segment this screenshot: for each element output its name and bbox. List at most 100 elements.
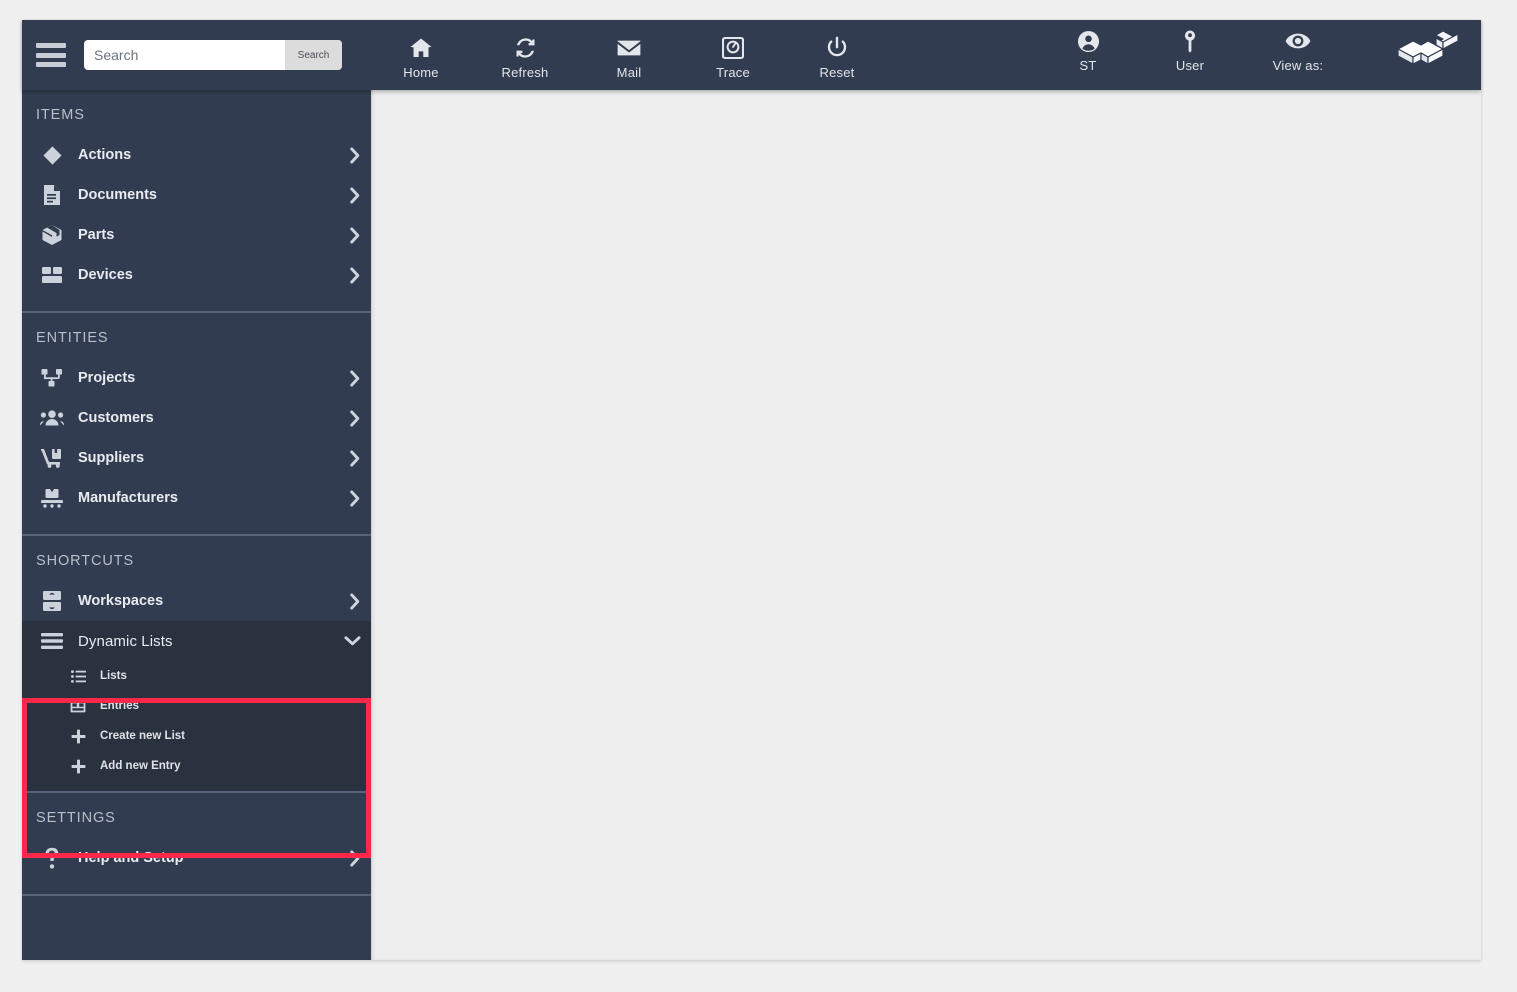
toolbar-item-refresh[interactable]: Refresh — [494, 31, 556, 80]
toolbar-item-trace[interactable]: Trace — [702, 31, 764, 80]
left-sidebar: ITEMS Actions Documents Parts Devices EN… — [22, 90, 371, 960]
sidebar-subitem-label: Create new List — [100, 730, 185, 742]
sidebar-item-label: Devices — [78, 267, 133, 283]
chevron-down-icon — [344, 635, 361, 647]
mail-icon — [616, 35, 642, 61]
chevron-right-icon — [349, 449, 361, 467]
trace-gauge-icon — [722, 35, 744, 61]
sidebar-item-actions[interactable]: Actions — [22, 135, 371, 175]
toolbar-item-reset[interactable]: Reset — [806, 31, 868, 80]
sidebar-group-dynamic-lists: Dynamic Lists Lists Entries Create new L… — [22, 621, 371, 791]
sidebar-item-label: Projects — [78, 370, 136, 386]
sidebar-item-projects[interactable]: Projects — [22, 358, 371, 398]
toolbar-label: Mail — [616, 64, 642, 80]
sidebar-section-shortcuts: SHORTCUTS Workspaces Dynamic Lists Lists… — [22, 534, 371, 791]
account-toolbar: ST User View as: — [1057, 24, 1481, 86]
sidebar-item-label: Suppliers — [78, 450, 145, 466]
toolbar-label: User — [1175, 58, 1205, 73]
sidebar-empty-space — [22, 894, 371, 960]
search-input[interactable] — [84, 40, 285, 70]
chevron-right-icon — [349, 186, 361, 204]
sidebar-item-customers[interactable]: Customers — [22, 398, 371, 438]
sidebar-subitem-label: Add new Entry — [100, 760, 181, 772]
key-icon — [1179, 28, 1201, 54]
hamburger-bar — [36, 62, 66, 67]
main-toolbar: Home Refresh Mail Trace Reset — [390, 31, 868, 80]
toolbar-label: Trace — [716, 64, 750, 80]
sidebar-item-label: Dynamic Lists — [78, 632, 173, 650]
hamburger-bar — [36, 52, 66, 58]
search-button[interactable]: Search — [285, 40, 342, 70]
toolbar-item-user[interactable]: User — [1159, 24, 1221, 73]
users-icon — [36, 409, 68, 427]
sidebar-item-devices[interactable]: Devices — [22, 255, 371, 295]
sidebar-item-dynamic-lists[interactable]: Dynamic Lists — [22, 621, 371, 661]
chevron-right-icon — [349, 592, 361, 610]
sidebar-section-entities: ENTITIES Projects Customers Suppliers Ma… — [22, 311, 371, 534]
toolbar-label: Refresh — [501, 64, 549, 80]
sidebar-subitem-create-new-list[interactable]: Create new List — [22, 721, 371, 751]
sidebar-section-items: ITEMS Actions Documents Parts Devices — [22, 90, 371, 311]
sidebar-subitem-lists[interactable]: Lists — [22, 661, 371, 691]
bars-icon — [36, 633, 68, 649]
question-mark-icon — [36, 847, 68, 869]
dolly-icon — [36, 448, 68, 468]
hamburger-bar — [36, 43, 66, 48]
sitemap-icon — [36, 368, 68, 388]
section-title-settings: SETTINGS — [36, 810, 116, 826]
toolbar-item-view-as[interactable]: View as: — [1261, 24, 1335, 73]
chevron-right-icon — [349, 266, 361, 284]
sidebar-item-documents[interactable]: Documents — [22, 175, 371, 215]
box-icon — [36, 224, 68, 246]
hamburger-icon[interactable] — [36, 43, 66, 67]
toolbar-label: ST — [1079, 58, 1097, 73]
home-icon — [408, 35, 434, 61]
diamond-icon — [36, 145, 68, 166]
table-entry-icon — [68, 699, 88, 713]
app-body: ITEMS Actions Documents Parts Devices EN… — [22, 90, 1481, 960]
sidebar-item-label: Manufacturers — [78, 490, 178, 506]
eye-icon — [1285, 28, 1311, 54]
toolbar-label: Home — [403, 64, 439, 80]
document-icon — [36, 184, 68, 206]
section-title-entities: ENTITIES — [36, 330, 109, 346]
search-box: Search — [84, 40, 342, 70]
sidebar-item-manufacturers[interactable]: Manufacturers — [22, 478, 371, 518]
user-circle-icon — [1077, 28, 1100, 54]
toolbar-label: Reset — [819, 64, 855, 80]
sidebar-item-label: Help and Setup — [78, 850, 184, 866]
sidebar-subitem-label: Entries — [100, 700, 139, 712]
sidebar-item-label: Documents — [78, 187, 157, 203]
chevron-right-icon — [349, 849, 361, 867]
sidebar-item-help-and-setup[interactable]: Help and Setup — [22, 838, 371, 878]
sidebar-item-parts[interactable]: Parts — [22, 215, 371, 255]
sidebar-item-workspaces[interactable]: Workspaces — [22, 581, 371, 621]
sidebar-section-settings: SETTINGS Help and Setup — [22, 791, 371, 894]
refresh-icon — [514, 35, 537, 61]
isometric-blocks-logo[interactable] — [1389, 24, 1467, 86]
plus-icon — [68, 759, 88, 774]
chevron-right-icon — [349, 146, 361, 164]
main-content-area — [371, 90, 1481, 960]
chevron-right-icon — [349, 489, 361, 507]
sidebar-subitem-add-new-entry[interactable]: Add new Entry — [22, 751, 371, 781]
conveyor-icon — [36, 488, 68, 508]
list-ul-icon — [68, 669, 88, 683]
sidebar-item-label: Workspaces — [78, 593, 164, 609]
sidebar-item-label: Parts — [78, 227, 115, 243]
sidebar-item-label: Customers — [78, 410, 154, 426]
power-reset-icon — [826, 35, 848, 61]
toolbar-item-home[interactable]: Home — [390, 31, 452, 80]
sidebar-item-suppliers[interactable]: Suppliers — [22, 438, 371, 478]
archive-icon — [36, 590, 68, 612]
sidebar-item-label: Actions — [78, 147, 132, 163]
chevron-right-icon — [349, 369, 361, 387]
toolbar-item-st[interactable]: ST — [1057, 24, 1119, 73]
chevron-right-icon — [349, 409, 361, 427]
toolbar-item-mail[interactable]: Mail — [598, 31, 660, 80]
top-header-bar: Search Home Refres — [22, 20, 1481, 90]
sidebar-subitem-entries[interactable]: Entries — [22, 691, 371, 721]
section-title-shortcuts: SHORTCUTS — [36, 553, 135, 569]
plus-icon — [68, 729, 88, 744]
chevron-right-icon — [349, 226, 361, 244]
